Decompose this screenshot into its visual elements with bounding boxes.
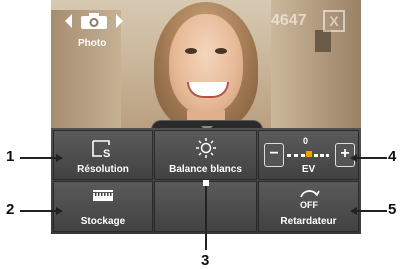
svg-text:S: S [103, 148, 110, 159]
resolution-icon: S [92, 140, 110, 159]
sun-icon [195, 138, 216, 158]
callout-number-1: 1 [6, 148, 15, 165]
capture-mode-label: Photo [78, 38, 107, 49]
storage-label: Stockage [80, 216, 126, 227]
previous-mode-arrow-icon[interactable] [65, 14, 72, 28]
ev-value: 0 [303, 136, 309, 146]
white-balance-label: Balance blancs [169, 164, 242, 175]
self-timer-off-icon: OFF [300, 190, 320, 210]
callout-line-5 [355, 210, 387, 212]
resolution-button[interactable]: S Résolution [53, 130, 153, 180]
subject-eye-right [215, 48, 227, 54]
top-overlay: Photo 4647 X [51, 0, 361, 49]
ev-level-indicator [287, 151, 329, 157]
callout-arrow-5 [350, 207, 357, 215]
callout-number-3: 3 [201, 252, 210, 269]
callout-number-5: 5 [388, 201, 397, 218]
camera-icon [81, 13, 107, 29]
callout-arrow-1 [56, 154, 63, 162]
callout-arrow-2 [56, 207, 63, 215]
ev-label: EV [301, 164, 316, 175]
callout-line-4 [355, 157, 387, 159]
self-timer-off-text: OFF [300, 200, 318, 210]
callout-number-2: 2 [6, 201, 15, 218]
storage-button[interactable]: Stockage [53, 181, 153, 232]
callout-line-1 [20, 157, 56, 159]
subject-eye-left [185, 48, 197, 54]
shots-remaining-counter: 4647 [271, 12, 307, 29]
close-icon[interactable]: X [323, 10, 345, 32]
callout-line-2 [20, 210, 56, 212]
callout-line-3 [205, 186, 207, 250]
resolution-label: Résolution [77, 164, 129, 175]
exposure-value-control: − 0 + EV [258, 130, 359, 180]
self-timer-button[interactable]: OFF Retardateur [258, 181, 359, 232]
self-timer-label: Retardateur [280, 216, 337, 227]
white-balance-button[interactable]: Balance blancs [154, 130, 257, 180]
storage-card-icon [93, 190, 113, 201]
callout-arrow-4 [350, 154, 357, 162]
callout-number-4: 4 [388, 148, 397, 165]
next-mode-arrow-icon[interactable] [116, 14, 123, 28]
